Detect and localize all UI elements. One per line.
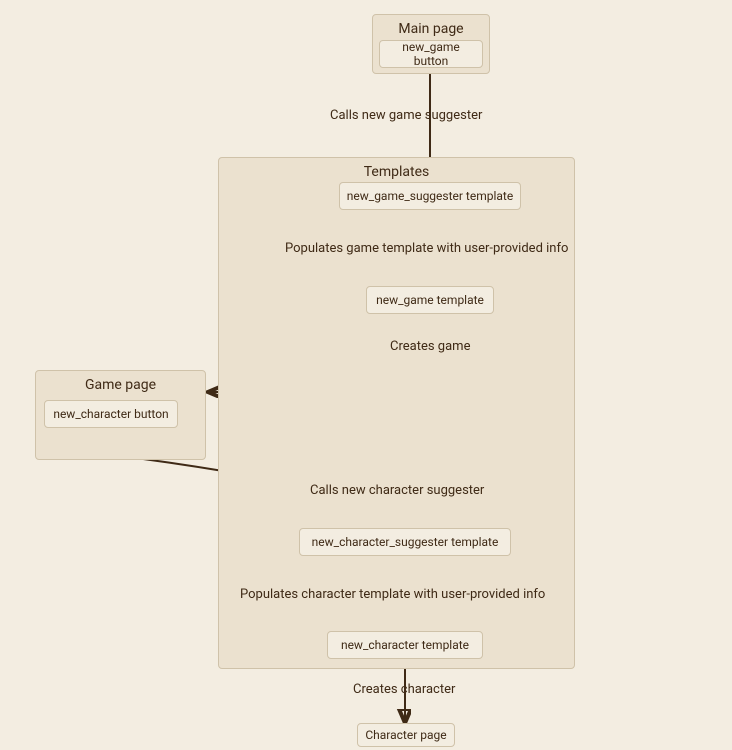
node-new-game-button: new_game button: [379, 40, 483, 68]
node-new-character-suggester-template: new_character_suggester template: [299, 528, 511, 556]
node-new-game-template: new_game template: [366, 286, 494, 314]
node-new-character-button-label: new_character button: [53, 407, 168, 421]
node-new-character-template-label: new_character template: [341, 638, 469, 652]
group-game-page-title: Game page: [36, 371, 205, 393]
node-new-game-button-label: new_game button: [386, 40, 476, 68]
label-creates-character: Creates character: [353, 682, 455, 697]
node-character-page: Character page: [357, 723, 455, 747]
node-character-page-label: Character page: [365, 728, 446, 742]
label-calls-new-game-suggester: Calls new game suggester: [330, 108, 482, 123]
node-new-character-button: new_character button: [44, 400, 178, 428]
label-creates-game: Creates game: [390, 339, 470, 354]
group-main-page-title: Main page: [373, 15, 489, 37]
node-new-game-template-label: new_game template: [376, 293, 484, 307]
label-populates-character-template: Populates character template with user-p…: [240, 587, 545, 602]
node-new-game-suggester-template: new_game_suggester template: [339, 182, 521, 210]
node-new-character-suggester-template-label: new_character_suggester template: [312, 535, 499, 549]
node-new-game-suggester-template-label: new_game_suggester template: [347, 189, 513, 203]
diagram-canvas: Main page new_game button Templates Game…: [0, 0, 732, 750]
label-populates-game-template: Populates game template with user-provid…: [285, 241, 568, 256]
label-calls-new-character-suggester: Calls new character suggester: [310, 483, 484, 498]
node-new-character-template: new_character template: [327, 631, 483, 659]
group-templates-title: Templates: [219, 158, 574, 180]
